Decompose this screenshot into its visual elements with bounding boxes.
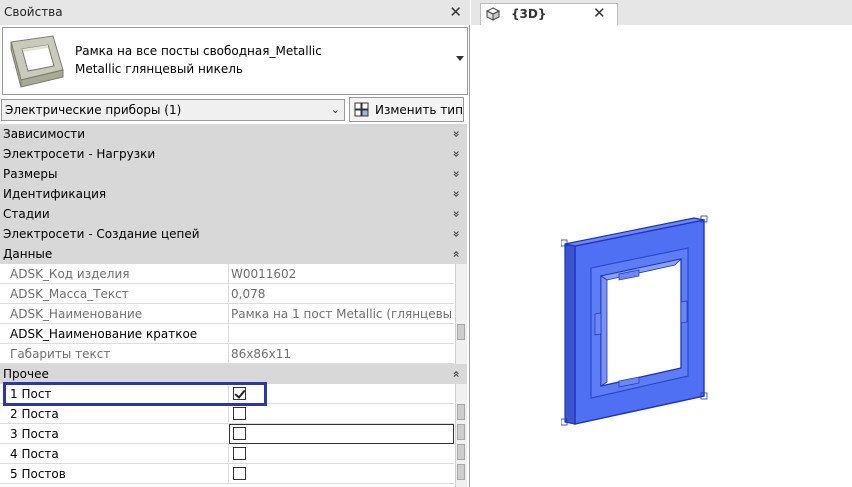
edit-type-label: Изменить тип: [375, 103, 463, 117]
checkbox-3-posts[interactable]: [233, 427, 246, 440]
expand-icon: »: [449, 210, 464, 218]
param-value: Рамка на 1 пост Metallic (глянцевы...: [231, 307, 451, 321]
param-value: 86x86x11: [231, 347, 292, 361]
expand-icon: »: [449, 150, 464, 158]
group-label: Зависимости: [3, 127, 86, 141]
group-circuiting[interactable]: Электросети - Создание цепей »: [0, 224, 467, 244]
param-name: ADSK_Наименование: [10, 307, 143, 321]
tab-3d-view[interactable]: {3D} ✕: [480, 3, 618, 25]
group-electrical-loads[interactable]: Электросети - Нагрузки »: [0, 144, 467, 164]
annotation-highlight-box: [3, 382, 267, 406]
group-phasing[interactable]: Стадии »: [0, 204, 467, 224]
column-divider: [228, 304, 229, 324]
close-icon[interactable]: ✕: [449, 3, 462, 21]
group-dimensions[interactable]: Размеры »: [0, 164, 467, 184]
property-row[interactable]: ADSK_Масса_Текст 0,078: [0, 284, 454, 304]
property-row-2-posts[interactable]: 2 Поста: [0, 404, 454, 424]
param-name: Габариты текст: [10, 347, 111, 361]
param-name: 2 Поста: [10, 407, 59, 421]
close-icon[interactable]: ✕: [593, 4, 606, 22]
edit-type-icon: [354, 102, 369, 117]
property-row[interactable]: ADSK_Код изделия W0011602: [0, 264, 454, 284]
type-selector[interactable]: Рамка на все посты свободная_Metallic Me…: [2, 27, 468, 95]
group-identity[interactable]: Идентификация »: [0, 184, 467, 204]
3d-view-panel: {3D} ✕: [471, 0, 852, 487]
column-divider: [228, 464, 229, 484]
param-name: 3 Поста: [10, 427, 59, 441]
category-filter-dropdown[interactable]: Электрические приборы (1) ⌄: [1, 99, 345, 121]
dropdown-arrow-icon[interactable]: [456, 56, 464, 61]
param-name: ADSK_Код изделия: [10, 267, 130, 281]
other-scroll-thumb[interactable]: [457, 464, 465, 480]
property-row[interactable]: ADSK_Наименование Рамка на 1 пост Metall…: [0, 304, 454, 324]
data-scroll-track[interactable]: [455, 264, 467, 364]
collapse-icon: «: [449, 250, 464, 258]
focused-cell[interactable]: [229, 424, 454, 444]
expand-icon: »: [449, 190, 464, 198]
param-value: W0011602: [231, 267, 297, 281]
group-data[interactable]: Данные «: [0, 244, 467, 264]
param-name: 5 Постов: [10, 467, 66, 481]
column-divider: [228, 444, 229, 464]
chevron-down-icon: ⌄: [330, 103, 340, 116]
tab-label: {3D}: [511, 7, 547, 21]
expand-icon: »: [449, 170, 464, 178]
type-name-line1: Рамка на все посты свободная_Metallic: [75, 44, 322, 58]
group-label: Электросети - Создание цепей: [3, 227, 200, 241]
group-label: Стадии: [3, 207, 50, 221]
edit-type-button[interactable]: Изменить тип: [349, 97, 464, 122]
group-label: Размеры: [3, 167, 58, 181]
property-row-5-posts[interactable]: 5 Постов: [0, 464, 454, 484]
property-grid: Зависимости » Электросети - Нагрузки » Р…: [0, 124, 470, 487]
property-row-3-posts[interactable]: 3 Поста: [0, 424, 454, 444]
3d-frame-model[interactable]: [560, 214, 711, 429]
expand-icon: »: [449, 230, 464, 238]
group-label: Данные: [3, 247, 53, 261]
frame-thumbnail-icon: [5, 30, 69, 92]
category-filter-value: Электрические приборы (1): [5, 103, 182, 117]
column-divider: [228, 284, 229, 304]
column-divider: [228, 404, 229, 424]
property-row[interactable]: Габариты текст 86x86x11: [0, 344, 454, 364]
param-name: ADSK_Наименование краткое: [10, 327, 198, 341]
type-name-line2: Metallic глянцевый никель: [75, 62, 243, 76]
expand-icon: »: [449, 130, 464, 138]
column-divider: [228, 344, 229, 364]
other-scroll-thumb[interactable]: [457, 444, 465, 460]
group-label: Электросети - Нагрузки: [3, 147, 156, 161]
param-value: 0,078: [231, 287, 266, 301]
properties-titlebar: Свойства ✕: [0, 0, 470, 25]
3d-cube-icon: [486, 7, 500, 21]
data-scroll-thumb[interactable]: [457, 324, 465, 340]
column-divider: [228, 264, 229, 284]
checkbox-5-posts[interactable]: [233, 467, 246, 480]
view-tab-strip: {3D} ✕: [471, 0, 852, 25]
group-dependencies[interactable]: Зависимости »: [0, 124, 467, 144]
other-scroll-thumb[interactable]: [457, 404, 465, 420]
other-scroll-thumb[interactable]: [457, 424, 465, 440]
group-other[interactable]: Прочее «: [0, 364, 467, 384]
param-name: ADSK_Масса_Текст: [10, 287, 129, 301]
group-label: Идентификация: [3, 187, 107, 201]
property-row[interactable]: ADSK_Наименование краткое: [0, 324, 454, 344]
column-divider: [228, 324, 229, 344]
checkbox-4-posts[interactable]: [233, 447, 246, 460]
property-row-4-posts[interactable]: 4 Поста: [0, 444, 454, 464]
group-label: Прочее: [3, 367, 49, 381]
properties-title: Свойства: [4, 5, 63, 19]
checkbox-2-posts[interactable]: [233, 407, 246, 420]
properties-panel: Свойства ✕ Рамка на все посты свободная_…: [0, 0, 470, 487]
param-name: 4 Поста: [10, 447, 59, 461]
collapse-icon: «: [449, 370, 464, 378]
